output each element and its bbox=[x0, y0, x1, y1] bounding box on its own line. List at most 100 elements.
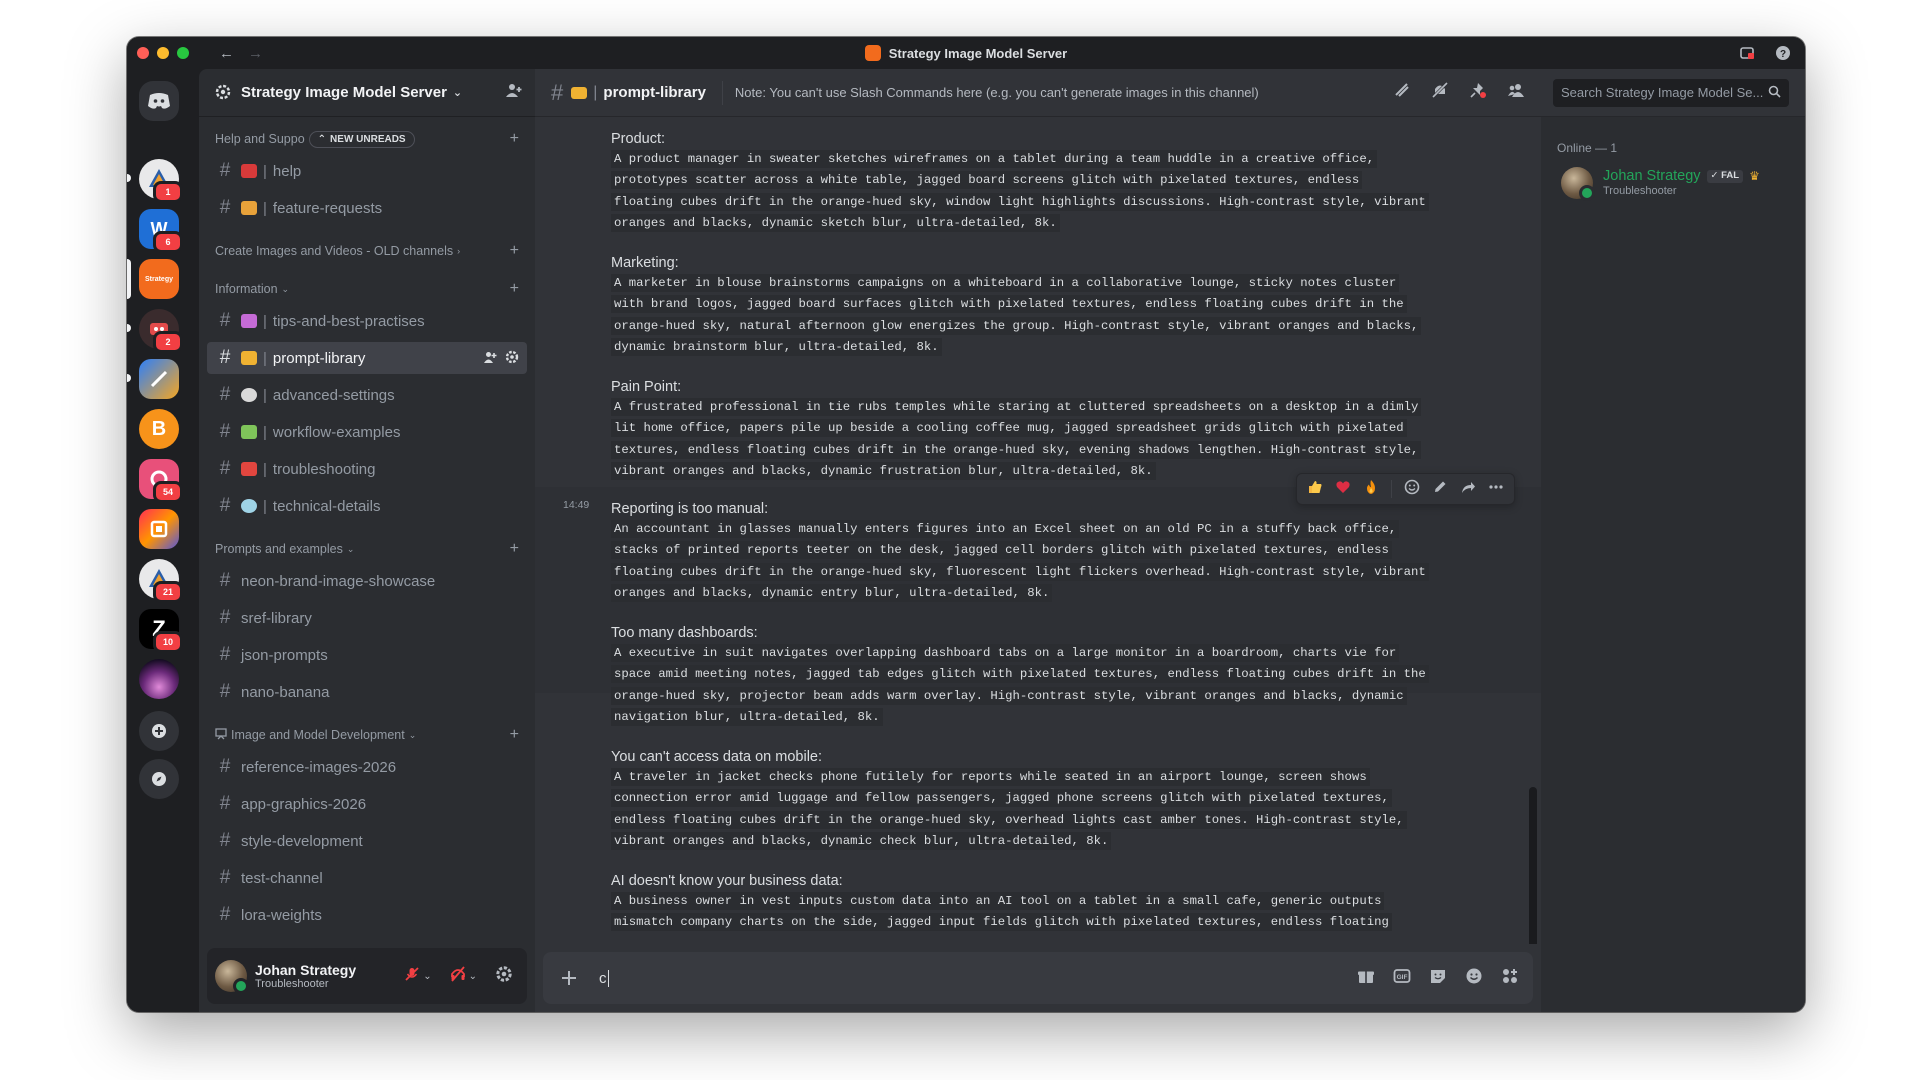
inbox-icon[interactable] bbox=[1737, 43, 1757, 63]
prompt-heading: Too many dashboards: bbox=[611, 625, 758, 641]
add-channel-icon[interactable]: + bbox=[510, 280, 519, 298]
server-header[interactable]: Strategy Image Model Server ⌄ bbox=[199, 69, 535, 117]
hash-icon: # bbox=[219, 310, 231, 331]
member-item[interactable]: Johan Strategy ✓ FAL ♛ Troubleshooter bbox=[1557, 161, 1797, 205]
inline-code-line: navigation blur, ultra-detailed, 8k. bbox=[611, 707, 1515, 728]
category-help[interactable]: Help and Suppo ⌃ NEW UNREADS + bbox=[207, 128, 527, 150]
category-information[interactable]: Information ⌄ + bbox=[207, 278, 527, 300]
channel-technical-details[interactable]: # | technical-details bbox=[207, 490, 527, 522]
channel-topic[interactable]: Note: You can't use Slash Commands here … bbox=[735, 85, 1259, 100]
zoom-window-button[interactable] bbox=[177, 47, 189, 59]
server-icon-10[interactable]: Z 10 bbox=[139, 609, 183, 653]
create-invite-icon[interactable] bbox=[483, 350, 497, 367]
title-bar: ← → Strategy Image Model Server ? bbox=[127, 37, 1805, 69]
server-icon-7[interactable]: 54 bbox=[139, 459, 183, 503]
channel-test[interactable]: # test-channel bbox=[207, 862, 527, 894]
category-create[interactable]: Create Images and Videos - OLD channels … bbox=[207, 240, 527, 262]
channel-nano[interactable]: # nano-banana bbox=[207, 676, 527, 708]
hash-icon: # bbox=[219, 867, 231, 888]
server-icon-1[interactable]: 1 bbox=[139, 159, 183, 203]
channel-workflow-examples[interactable]: # | workflow-examples bbox=[207, 416, 527, 448]
emoji-icon[interactable] bbox=[1465, 967, 1483, 990]
channel-lora[interactable]: # lora-weights bbox=[207, 899, 527, 931]
back-arrow-icon[interactable]: ← bbox=[219, 45, 234, 62]
channel-name: workflow-examples bbox=[272, 423, 401, 441]
gift-icon[interactable] bbox=[1357, 967, 1375, 990]
add-server-button[interactable] bbox=[139, 711, 179, 751]
prompt-block: Reporting is too manual: An accountant in… bbox=[611, 499, 1515, 605]
channel-style-dev[interactable]: # style-development bbox=[207, 825, 527, 857]
channel-reference[interactable]: # reference-images-2026 bbox=[207, 751, 527, 783]
forward-arrow-icon[interactable]: → bbox=[248, 45, 263, 62]
channel-sidebar: Strategy Image Model Server ⌄ Help and S… bbox=[199, 69, 535, 1012]
server-icon-4[interactable]: 2 bbox=[139, 309, 183, 353]
notification-muted-icon[interactable] bbox=[1431, 81, 1449, 104]
scrollbar-thumb[interactable] bbox=[1529, 787, 1537, 944]
user-info[interactable]: Johan Strategy Troubleshooter bbox=[255, 962, 356, 991]
server-tag-label: FAL bbox=[1721, 170, 1740, 182]
channel-neon[interactable]: # neon-brand-image-showcase bbox=[207, 565, 527, 597]
server-icon-2[interactable]: W 6 bbox=[139, 209, 183, 253]
add-channel-icon[interactable]: + bbox=[510, 130, 519, 148]
category-dev[interactable]: Image and Model Development ⌄ + bbox=[207, 724, 527, 746]
inline-code-line: vibrant oranges and blacks, dynamic frus… bbox=[611, 461, 1515, 482]
mention-badge: 10 bbox=[153, 631, 183, 653]
close-window-button[interactable] bbox=[137, 47, 149, 59]
channel-name: advanced-settings bbox=[272, 386, 395, 404]
channel-name: test-channel bbox=[241, 869, 323, 887]
new-unreads-button[interactable]: ⌃ NEW UNREADS bbox=[308, 130, 415, 148]
server-icon-8[interactable] bbox=[139, 509, 179, 549]
sticker-icon[interactable] bbox=[1429, 967, 1447, 990]
discover-icon[interactable] bbox=[139, 759, 179, 799]
verified-check-icon: ✓ bbox=[1710, 170, 1719, 182]
message-timestamp[interactable]: 14:49 bbox=[563, 499, 589, 511]
online-status-icon bbox=[233, 978, 249, 994]
category-label: Image and Model Development bbox=[231, 728, 405, 742]
channel-advanced-settings[interactable]: # | advanced-settings bbox=[207, 379, 527, 411]
invite-people-icon[interactable] bbox=[505, 81, 523, 104]
help-icon[interactable]: ? bbox=[1773, 43, 1793, 63]
channel-sref[interactable]: # sref-library bbox=[207, 602, 527, 634]
channel-help[interactable]: # | help bbox=[207, 155, 527, 187]
gif-icon[interactable]: GIF bbox=[1393, 967, 1411, 990]
channel-prompt-library[interactable]: # | prompt-library bbox=[207, 342, 527, 374]
mute-microphone-button[interactable]: ⌄ bbox=[398, 960, 437, 992]
member-list-icon[interactable] bbox=[1507, 81, 1525, 104]
rocket-emoji-icon bbox=[241, 425, 257, 439]
threads-icon[interactable] bbox=[1393, 81, 1411, 104]
inline-code: A executive in suit navigates overlappin… bbox=[611, 644, 1400, 662]
channel-app-graphics[interactable]: # app-graphics-2026 bbox=[207, 788, 527, 820]
apps-icon[interactable] bbox=[1501, 967, 1519, 990]
discord-home-icon[interactable] bbox=[139, 81, 179, 121]
server-icon-strategy[interactable]: Strategy bbox=[139, 259, 179, 299]
upload-plus-icon[interactable] bbox=[557, 966, 581, 990]
hash-icon: # bbox=[551, 79, 564, 105]
message-input[interactable]: c bbox=[599, 969, 609, 987]
mention-badge: 6 bbox=[153, 231, 183, 253]
minimize-window-button[interactable] bbox=[157, 47, 169, 59]
channel-name: style-development bbox=[241, 832, 363, 850]
prompt-block: Product: A product manager in sweater ske… bbox=[611, 129, 1515, 235]
add-channel-icon[interactable]: + bbox=[510, 242, 519, 260]
unread-indicator bbox=[127, 374, 131, 382]
category-prompts[interactable]: Prompts and examples ⌄ + bbox=[207, 538, 527, 560]
avatar[interactable] bbox=[215, 960, 249, 994]
deafen-button[interactable]: ⌄ bbox=[444, 960, 483, 992]
channel-troubleshooting[interactable]: # | troubleshooting bbox=[207, 453, 527, 485]
channel-settings-icon[interactable] bbox=[505, 350, 519, 367]
server-icon-11[interactable] bbox=[139, 659, 179, 699]
user-settings-gear-icon[interactable] bbox=[489, 959, 519, 994]
server-icon-5[interactable] bbox=[139, 359, 179, 399]
server-icon-6[interactable]: B bbox=[139, 409, 179, 449]
prompt-heading: You can't access data on mobile: bbox=[611, 749, 823, 765]
server-icon-9[interactable]: 21 bbox=[139, 559, 183, 603]
channel-name: technical-details bbox=[272, 497, 381, 515]
channel-feature-requests[interactable]: # | feature-requests bbox=[207, 192, 527, 224]
search-input[interactable]: Search Strategy Image Model Se... bbox=[1553, 78, 1789, 107]
channel-tips[interactable]: # | tips-and-best-practises bbox=[207, 305, 527, 337]
pinned-messages-icon[interactable] bbox=[1469, 81, 1487, 104]
inline-code: A business owner in vest inputs custom d… bbox=[611, 892, 1385, 910]
add-channel-icon[interactable]: + bbox=[510, 540, 519, 558]
channel-json[interactable]: # json-prompts bbox=[207, 639, 527, 671]
add-channel-icon[interactable]: + bbox=[510, 726, 519, 744]
